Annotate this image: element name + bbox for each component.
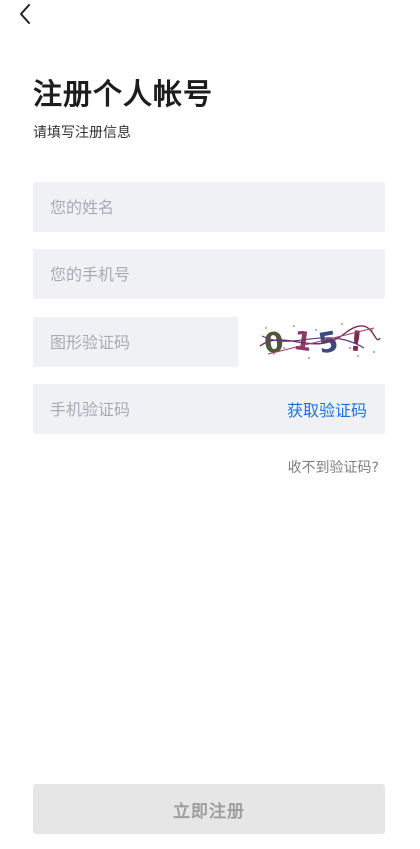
captcha-field-container: [33, 317, 238, 367]
page-title: 注册个人帐号: [33, 77, 214, 111]
page-subtitle: 请填写注册信息: [33, 125, 131, 141]
captcha-image[interactable]: 0 1 5 !: [254, 318, 384, 364]
captcha-graphic: 0 1 5 !: [254, 318, 384, 364]
back-button[interactable]: [14, 2, 38, 26]
sms-code-input[interactable]: [50, 384, 279, 434]
get-code-button[interactable]: 获取验证码: [287, 397, 367, 421]
no-code-link[interactable]: 收不到验证码?: [288, 457, 379, 477]
name-field-container: [33, 182, 385, 232]
chevron-left-icon: [14, 2, 38, 26]
sms-code-field-container: 获取验证码: [33, 384, 385, 434]
phone-field-container: [33, 249, 385, 299]
phone-input[interactable]: [50, 249, 368, 299]
register-button[interactable]: 立即注册: [33, 784, 385, 834]
name-input[interactable]: [50, 182, 368, 232]
captcha-input[interactable]: [50, 317, 221, 367]
